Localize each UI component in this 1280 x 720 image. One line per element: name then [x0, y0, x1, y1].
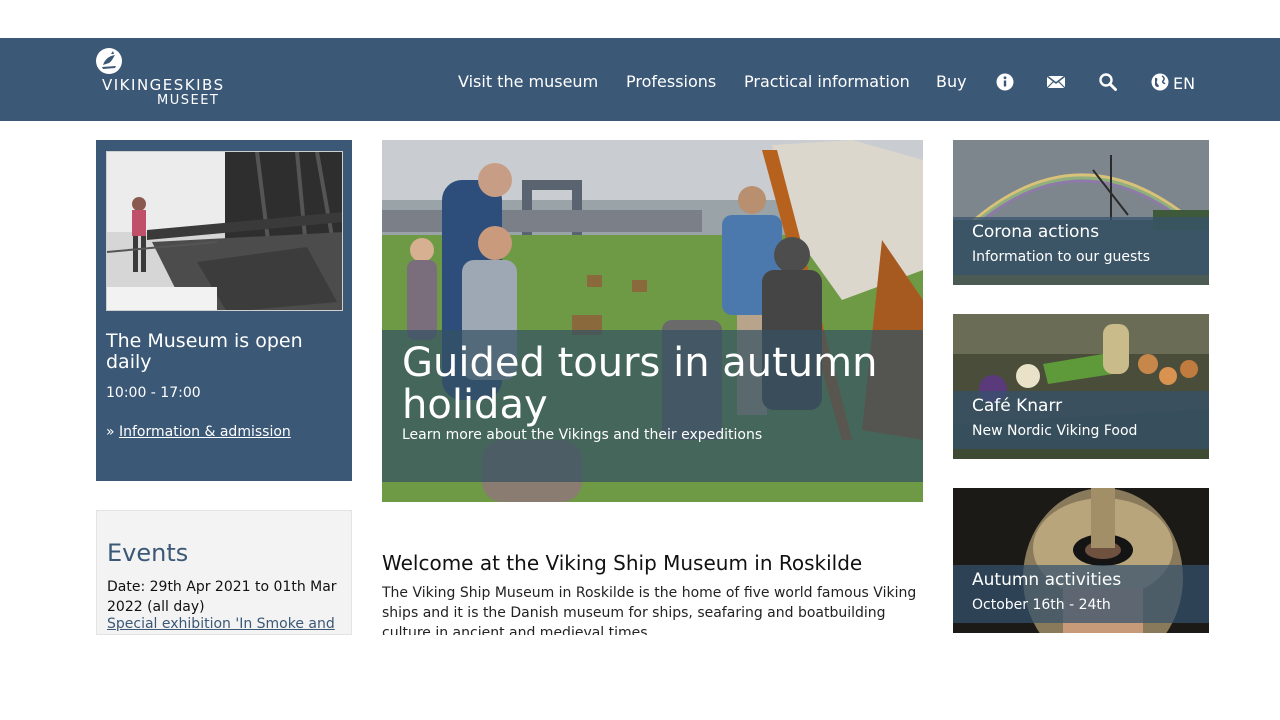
events-title: Events: [107, 539, 189, 567]
card-cafe-knarr[interactable]: Café Knarr New Nordic Viking Food: [953, 314, 1209, 459]
card-subtitle: Information to our guests: [972, 249, 1151, 265]
globe-icon[interactable]: [1150, 72, 1170, 92]
hero-title[interactable]: Guided tours in autumn holiday: [402, 342, 902, 426]
link-arrow-icon: »: [106, 424, 115, 440]
event-date: Date: 29th Apr 2021 to 01th Mar 2022 (al…: [107, 579, 337, 615]
info-icon[interactable]: [995, 72, 1015, 92]
opening-hours: 10:00 - 17:00: [106, 385, 201, 401]
events-panel: Events Date: 29th Apr 2021 to 01th Mar 2…: [96, 510, 352, 635]
card-title[interactable]: Café Knarr: [972, 396, 1062, 416]
nav-professions[interactable]: Professions: [626, 72, 716, 94]
museum-photo: [106, 151, 343, 311]
welcome-title: Welcome at the Viking Ship Museum in Ros…: [382, 551, 863, 575]
language-selector[interactable]: EN: [1173, 74, 1195, 93]
mail-icon[interactable]: [1046, 72, 1066, 92]
card-caption: Corona actions Information to our guests: [953, 217, 1209, 275]
hero-caption: Guided tours in autumn holiday Learn mor…: [382, 330, 923, 482]
logo-emblem-icon: [96, 48, 122, 74]
nav-visit-the-museum[interactable]: Visit the museum: [458, 72, 598, 94]
logo-text-bottom: MUSEET: [157, 93, 220, 108]
welcome-text: The Viking Ship Museum in Roskilde is th…: [382, 585, 917, 635]
card-title[interactable]: Autumn activities: [972, 570, 1121, 590]
card-caption: Café Knarr New Nordic Viking Food: [953, 391, 1209, 449]
logo-text-top: VIKINGESKIBS: [102, 76, 225, 94]
nav-buy[interactable]: Buy: [936, 72, 967, 94]
card-title[interactable]: Corona actions: [972, 222, 1099, 242]
card-corona-actions[interactable]: Corona actions Information to our guests: [953, 140, 1209, 285]
information-admission-link[interactable]: Information & admission: [119, 424, 291, 440]
page-bottom-area: [0, 635, 1280, 720]
hero-subtitle: Learn more about the Vikings and their e…: [402, 427, 763, 443]
card-subtitle: New Nordic Viking Food: [972, 423, 1138, 439]
card-subtitle: October 16th - 24th: [972, 597, 1111, 613]
opening-title: The Museum is open daily: [106, 330, 303, 373]
card-autumn-activities[interactable]: Autumn activities October 16th - 24th: [953, 488, 1209, 633]
search-icon[interactable]: [1098, 72, 1118, 92]
hero-banner[interactable]: Guided tours in autumn holiday Learn mor…: [382, 140, 923, 502]
site-logo[interactable]: VIKINGESKIBS MUSEET: [96, 48, 226, 110]
card-caption: Autumn activities October 16th - 24th: [953, 565, 1209, 623]
nav-practical-information[interactable]: Practical information: [744, 72, 910, 94]
event-link[interactable]: Special exhibition 'In Smoke and: [107, 616, 335, 632]
